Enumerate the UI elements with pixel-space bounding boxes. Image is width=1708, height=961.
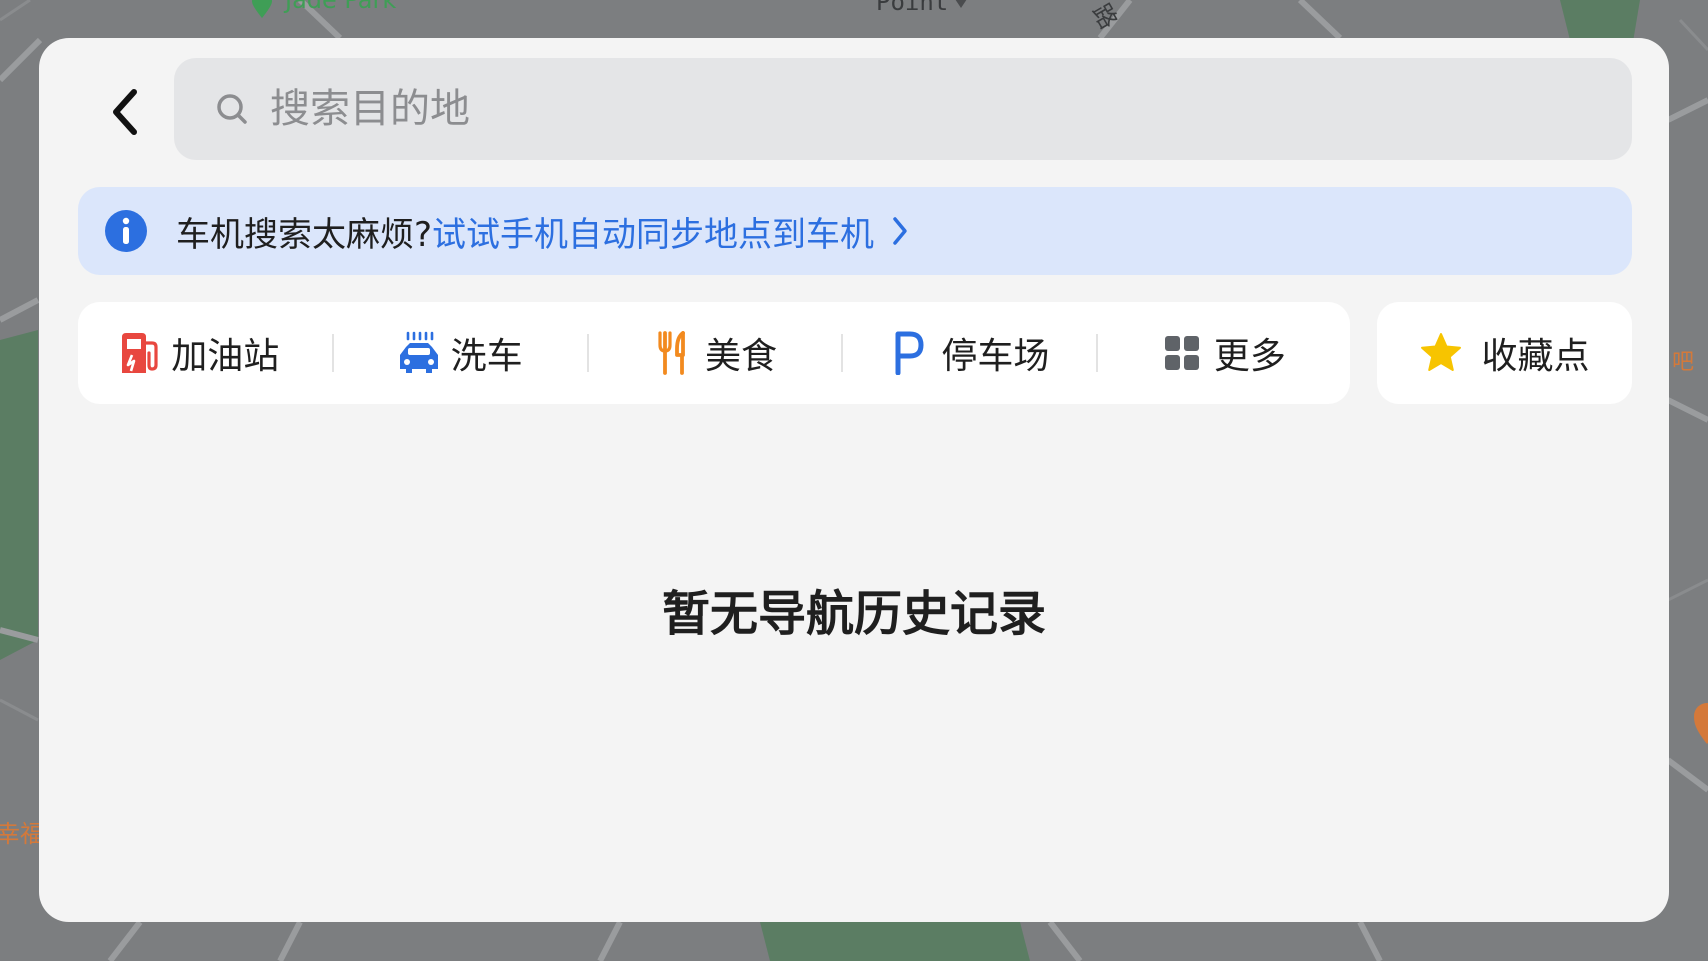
search-icon [214,91,250,127]
category-label: 美食 [705,336,778,377]
back-button[interactable] [93,80,157,144]
park-pin-icon[interactable] [248,0,276,20]
star-icon [1419,331,1463,375]
category-car-wash[interactable]: 洗车 [332,302,586,404]
more-grid-icon [1160,331,1204,375]
sync-banner-link[interactable]: 试试手机自动同步地点到车机 [432,207,874,256]
category-label: 停车场 [941,336,1050,377]
car-wash-icon [397,331,441,375]
category-label: 更多 [1213,336,1286,377]
category-more[interactable]: 更多 [1095,302,1350,404]
category-parking[interactable]: 停车场 [841,302,1095,404]
phone-sync-banner[interactable]: 车机搜索太麻烦? 试试手机自动同步地点到车机 [78,187,1632,275]
category-gas-station[interactable]: 加油站 [78,302,332,404]
parking-icon [887,331,931,375]
map-poi-label[interactable]: 幸福 [0,814,44,849]
search-bar[interactable] [174,58,1632,160]
empty-history-message: 暂无导航历史记录 [661,586,1046,642]
gas-station-icon [117,331,161,375]
map-poi-label[interactable]: Jade Park [285,0,396,14]
sync-banner-text: 车机搜索太麻烦? [176,214,433,255]
map-poi-label[interactable]: Point [876,0,948,16]
category-bar: 加油站 洗车 美食 停车场 更多 [78,302,1350,404]
chevron-right-icon [890,215,910,247]
map-pin-icon[interactable] [950,0,972,12]
restaurant-pin-icon[interactable] [1692,700,1708,746]
favorites-button[interactable]: 收藏点 [1377,302,1632,404]
category-label: 加油站 [171,336,280,377]
food-icon [651,331,695,375]
search-input[interactable] [270,79,1570,139]
favorites-label: 收藏点 [1481,336,1590,377]
chevron-left-icon [113,89,137,135]
map-poi-label[interactable]: 吧 [1672,344,1694,376]
search-panel: 车机搜索太麻烦? 试试手机自动同步地点到车机 加油站 [39,38,1669,922]
category-label: 洗车 [450,336,523,377]
info-icon [105,210,147,252]
category-food[interactable]: 美食 [586,302,841,404]
